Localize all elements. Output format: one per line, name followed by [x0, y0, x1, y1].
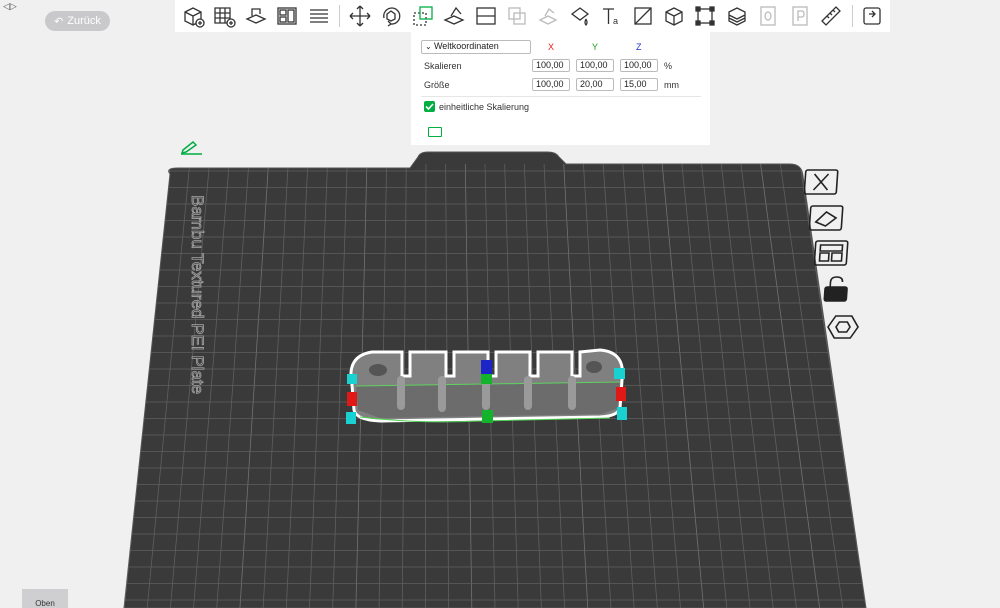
- handle-corner-bl: [346, 412, 356, 424]
- lock-icon[interactable]: [820, 275, 856, 303]
- back-button-label: Zurück: [67, 15, 101, 27]
- chevron-down-icon: ⌄: [425, 42, 434, 51]
- settings-hex-icon[interactable]: [826, 313, 862, 341]
- size-unit: mm: [664, 80, 679, 90]
- scale-panel: ⌄ Weltkoordinaten X Y Z Skalieren 100,00…: [411, 32, 710, 145]
- main-toolbar: a: [175, 0, 890, 32]
- handle-y-bottom: [482, 410, 493, 423]
- variable-layer-icon[interactable]: [723, 2, 751, 30]
- reset-scale-icon[interactable]: [428, 127, 442, 137]
- boolean-icon[interactable]: [503, 2, 531, 30]
- measure-box-icon[interactable]: [660, 2, 688, 30]
- auto-arrange-icon[interactable]: [809, 204, 845, 232]
- uniform-scaling-checkbox[interactable]: [424, 101, 435, 112]
- scale-label: Skalieren: [424, 61, 462, 71]
- handle-z-top: [481, 360, 492, 374]
- toolbar-separator: [851, 5, 853, 27]
- size-x-field[interactable]: 100,00: [532, 78, 570, 91]
- text-icon[interactable]: a: [597, 2, 625, 30]
- handle-corner-tr: [614, 368, 625, 379]
- axis-z-header: Z: [636, 42, 642, 52]
- rotate-icon[interactable]: [377, 2, 405, 30]
- back-arrow-icon: ↶: [54, 15, 64, 28]
- grid-add-icon[interactable]: [210, 2, 238, 30]
- lay-on-face-icon[interactable]: [440, 2, 468, 30]
- handle-corner-tl: [347, 374, 357, 384]
- scale-x-field[interactable]: 100,00: [532, 59, 570, 72]
- toolbar-separator: [339, 5, 341, 27]
- svg-text:a: a: [613, 16, 618, 26]
- layers-icon[interactable]: [305, 2, 333, 30]
- support-paint-icon[interactable]: [534, 2, 562, 30]
- plate-name-label: Bambu Textured PEI Plate: [188, 195, 207, 394]
- fuzzy-icon[interactable]: [692, 2, 720, 30]
- sla-o-icon[interactable]: [754, 2, 782, 30]
- handle-x-min: [347, 392, 357, 406]
- handle-x-max: [616, 387, 626, 401]
- scale-unit: %: [664, 61, 673, 71]
- add-cube-icon[interactable]: [179, 2, 207, 30]
- ruler-icon[interactable]: [817, 2, 845, 30]
- arrange-icon[interactable]: [273, 2, 301, 30]
- size-label: Größe: [424, 80, 450, 90]
- size-z-field[interactable]: 15,00: [620, 78, 658, 91]
- coordinate-system-value: Weltkoordinaten: [433, 41, 499, 51]
- close-icon[interactable]: [804, 168, 840, 196]
- coordinate-system-select[interactable]: ⌄ Weltkoordinaten: [421, 40, 531, 54]
- cut-icon[interactable]: [472, 2, 500, 30]
- scale-icon[interactable]: [409, 2, 437, 30]
- seam-paint-icon[interactable]: [566, 2, 594, 30]
- layout-icon[interactable]: [814, 239, 850, 267]
- axis-x-header: X: [548, 42, 555, 52]
- back-button[interactable]: ↶ Zurück: [45, 11, 110, 31]
- move-icon[interactable]: [346, 2, 374, 30]
- handle-y-top: [481, 374, 492, 384]
- sla-p-icon[interactable]: [786, 2, 814, 30]
- uniform-scaling-label: einheitliche Skalierung: [439, 102, 530, 112]
- checkmark-icon: [425, 103, 434, 111]
- assembly-icon[interactable]: [629, 2, 657, 30]
- plate-return-icon[interactable]: [859, 2, 887, 30]
- view-orientation-label[interactable]: Oben: [22, 589, 68, 608]
- collapse-sidebar-icon[interactable]: ◁▷: [3, 1, 17, 12]
- handle-corner-br: [617, 407, 627, 420]
- axis-y-header: Y: [592, 42, 599, 52]
- scale-y-field[interactable]: 100,00: [576, 59, 614, 72]
- scale-z-field[interactable]: 100,00: [620, 59, 658, 72]
- size-y-field[interactable]: 20,00: [576, 78, 614, 91]
- edit-plate-name-icon[interactable]: [180, 139, 204, 155]
- auto-orient-icon[interactable]: [242, 2, 270, 30]
